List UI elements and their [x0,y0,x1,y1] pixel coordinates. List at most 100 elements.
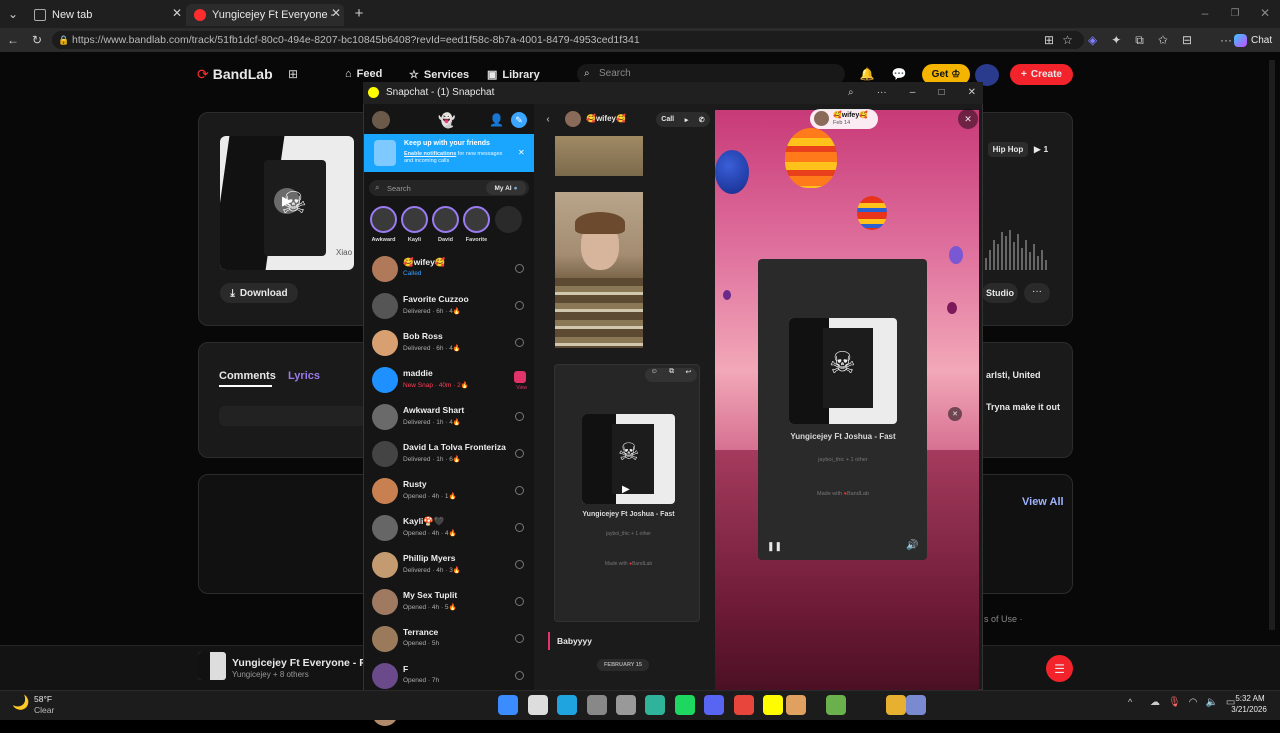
more-icon[interactable]: ··· [877,86,887,99]
close-icon[interactable]: ✕ [968,86,976,99]
search-icon[interactable] [528,695,548,715]
favorites-icon[interactable]: ✩ [1158,33,1168,47]
camera-icon[interactable] [515,486,524,495]
story-item[interactable]: Kayli [400,206,429,252]
pause-icon[interactable]: ❚❚ [767,541,782,552]
add-friend-icon[interactable]: 👤 [489,112,504,127]
react-icon[interactable]: ☺ [651,368,658,382]
messages-icon[interactable]: 💬 [892,67,907,81]
volume-icon[interactable]: 🔊 [906,540,918,551]
comment-input[interactable] [219,406,369,426]
back-icon[interactable]: ← [6,33,20,47]
story-item[interactable]: Favorite [462,206,491,252]
chat-row[interactable]: Phillip Myers Delivered · 4h · 3🔥 [364,548,534,585]
notifications-icon[interactable]: 🔔 [860,67,875,81]
camera-icon[interactable] [515,634,524,643]
settings-icon[interactable] [616,695,636,715]
open-in-studio-button[interactable]: Studio [982,283,1018,303]
new-tab-icon[interactable]: + [352,5,366,22]
windows-start-icon[interactable] [498,695,518,715]
chat-row[interactable]: Awkward Shart Delivered · 1h · 4🔥 [364,400,534,437]
app-icon[interactable] [786,695,806,715]
refresh-icon[interactable]: ↻ [30,33,44,47]
collections-icon[interactable]: ⊟ [1182,33,1192,47]
split-screen-icon[interactable]: ⧉ [1135,33,1144,47]
my-avatar[interactable] [372,111,390,129]
shared-track-cover[interactable]: ☠ ▶ [582,414,675,504]
weather-condition[interactable]: Clear [34,705,54,715]
snap-photo-1[interactable] [555,136,643,176]
nav-library[interactable]: ▣ Library [487,68,540,82]
clock-date[interactable]: 3/21/2026 [1224,705,1274,714]
minimize-icon[interactable]: – [910,86,916,99]
camera-icon[interactable] [515,338,524,347]
copilot-chat-button[interactable]: Chat [1234,32,1274,48]
story-item[interactable]: Awkward [369,206,398,252]
tab-lyrics[interactable]: Lyrics [288,370,320,382]
conversation-name[interactable]: 🥰wifey🥰 [586,114,626,123]
dismiss-icon[interactable]: ✕ [948,407,962,421]
chat-row[interactable]: Kayli🍄🖤 Opened · 4h · 4🔥 [364,511,534,548]
conversation-avatar[interactable] [565,111,581,127]
microphone-icon[interactable]: 🎙 [1168,697,1181,708]
viewer-sender-chip[interactable]: 🥰wifey🥰 Feb 14 [810,109,878,129]
store-icon[interactable] [645,695,665,715]
close-viewer-icon[interactable]: ✕ [958,109,978,129]
reply-icon[interactable]: ↩ [685,368,691,382]
tab-list-icon[interactable]: ⌄ [6,7,20,21]
new-snap-icon[interactable] [514,371,526,383]
camera-icon[interactable] [515,523,524,532]
new-chat-icon[interactable]: ✎ [511,112,527,128]
more-menu-icon[interactable]: ··· [1220,33,1232,47]
chat-row[interactable]: Terrance Opened · 5h [364,622,534,659]
chat-row[interactable]: Rusty Opened · 4h · 1🔥 [364,474,534,511]
app-icon[interactable] [886,695,906,715]
mini-player-artists[interactable]: Yungicejey + 8 others [232,670,309,679]
bandlab-logo[interactable]: ⟳ BandLab [197,64,287,84]
create-button[interactable]: + Create [1010,64,1073,85]
close-tab-icon[interactable]: ✕ [171,6,183,20]
discord-icon[interactable] [704,695,724,715]
edge-icon[interactable] [557,695,577,715]
close-window-icon[interactable]: ✕ [1258,6,1272,20]
nav-feed[interactable]: ⌂ Feed [345,68,382,80]
chat-row[interactable]: 🥰wifey🥰 Called [364,252,534,289]
story-item[interactable]: David [431,206,460,252]
tab-new-tab[interactable]: New tab [26,4,184,26]
apps-grid-icon[interactable]: ⊞ [286,67,300,81]
terms-link[interactable]: s of Use · [984,614,1023,624]
tab-comments[interactable]: Comments [219,370,276,382]
app-icon[interactable] [826,695,846,715]
camera-icon[interactable] [515,301,524,310]
page-scrollbar[interactable] [1269,60,1275,630]
chat-row[interactable]: maddie New Snap · 40m · 2🔥 View [364,363,534,400]
onedrive-icon[interactable]: ☁ [1150,697,1160,708]
camera-icon[interactable] [515,597,524,606]
queue-menu-icon[interactable]: ☰ [1046,655,1073,682]
call-button[interactable]: Call ▸ ✆ [656,112,710,127]
camera-icon[interactable] [515,412,524,421]
volume-icon[interactable]: 🔈 [1205,697,1217,708]
view-all-link[interactable]: View All [1022,496,1064,508]
minimize-icon[interactable]: – [1198,6,1212,20]
genre-tag[interactable]: Hip Hop [988,142,1028,157]
close-tab-icon[interactable]: ✕ [330,6,342,20]
install-app-icon[interactable]: ⊞ [1044,33,1054,47]
viewer-track-cover[interactable]: ☠ [789,318,897,424]
mini-player-cover[interactable] [198,652,226,680]
show-hidden-icons-icon[interactable]: ^ [1128,697,1132,707]
more-options-icon[interactable]: ··· [1024,283,1050,303]
app-icon[interactable] [906,695,926,715]
extension-icon[interactable]: ◈ [1088,33,1097,47]
chat-row[interactable]: My Sex Tuplit Opened · 4h · 5🔥 [364,585,534,622]
camera-icon[interactable] [515,449,524,458]
bandlab-search-input[interactable]: ⌕ Search [577,64,845,84]
chat-row[interactable]: Bob Ross Delivered · 6h · 4🔥 [364,326,534,363]
notification-banner[interactable]: Keep up with your friends Enable notific… [364,134,534,172]
spotify-icon[interactable] [675,695,695,715]
app-icon[interactable] [587,695,607,715]
play-icon[interactable]: ▶ [622,484,630,495]
snapchat-ghost-logo-icon[interactable]: 👻 [438,111,456,129]
play-icon[interactable]: ▶ [274,188,300,214]
chat-row[interactable]: David La Tolva Fronteriza Delivered · 1h … [364,437,534,474]
